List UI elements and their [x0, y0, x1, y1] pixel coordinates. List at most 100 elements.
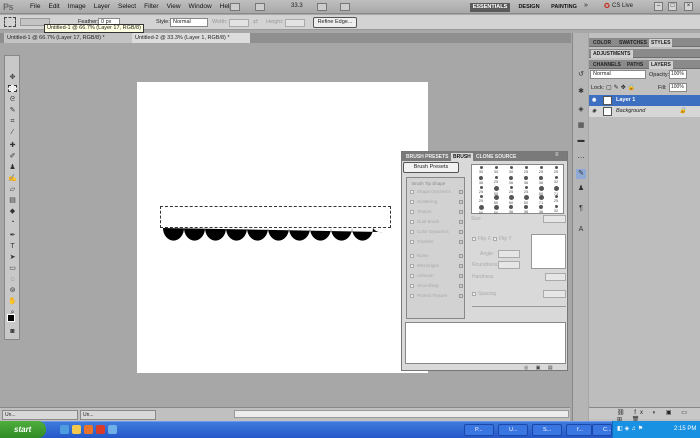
hand-tool-icon[interactable]: ✋ — [8, 298, 17, 305]
tab-brush[interactable]: BRUSH — [451, 153, 473, 161]
brush-setting-checkbox[interactable] — [410, 190, 414, 194]
marquee-tool-icon[interactable] — [4, 17, 16, 27]
tab-clone-source[interactable]: CLONE SOURCE — [474, 153, 518, 161]
style-select[interactable]: Normal — [170, 18, 208, 27]
brush-setting-item[interactable]: Smoothing — [417, 283, 439, 288]
angle-input[interactable] — [498, 250, 520, 258]
lock-icon[interactable] — [459, 220, 463, 224]
ie-icon[interactable] — [60, 425, 69, 434]
brush-setting-checkbox[interactable] — [410, 200, 414, 204]
workspace-essentials[interactable]: ESSENTIALS — [470, 3, 510, 12]
lock-icon[interactable] — [459, 240, 463, 244]
blend-mode-select[interactable]: Normal — [590, 70, 646, 79]
brush-setting-item[interactable]: Scattering — [417, 199, 437, 204]
menu-filter[interactable]: Filter — [140, 3, 162, 10]
brush-setting-item[interactable]: Texture — [417, 209, 432, 214]
brush-panel-icon[interactable]: ✎ — [576, 169, 586, 179]
taskbar-task[interactable]: C... — [592, 424, 612, 436]
brush-setting-item[interactable]: Noise — [417, 253, 429, 258]
lock-icon[interactable] — [459, 294, 463, 298]
tab-styles[interactable]: STYLES — [649, 39, 673, 47]
quick-mask-icon[interactable]: ◙ — [8, 328, 17, 335]
lasso-tool-icon[interactable]: ᘓ — [8, 96, 17, 103]
spacing-slider[interactable] — [472, 306, 566, 307]
menu-view[interactable]: View — [163, 3, 185, 10]
brush-tool-icon[interactable]: ✐ — [8, 153, 17, 160]
minimized-document[interactable]: Un... — [2, 410, 78, 420]
horizontal-scrollbar[interactable] — [234, 410, 569, 418]
type-tool-icon[interactable]: T — [8, 243, 17, 250]
tab-adjustments[interactable]: ADJUSTMENTS — [591, 50, 633, 58]
lock-icon[interactable] — [459, 264, 463, 268]
spacing-input[interactable] — [543, 290, 566, 298]
tab-swatches[interactable]: SWATCHES — [617, 39, 649, 47]
brush-setting-checkbox[interactable] — [410, 274, 414, 278]
roundness-input[interactable] — [498, 261, 520, 269]
move-tool-icon[interactable]: ✥ — [8, 74, 17, 81]
minimize-button[interactable]: – — [654, 2, 663, 11]
3d-icon[interactable]: ◈ — [576, 105, 586, 115]
brush-setting-item[interactable]: Protect Texture — [417, 293, 447, 298]
gradient-tool-icon[interactable]: ▤ — [8, 197, 17, 204]
brush-setting-checkbox[interactable] — [410, 254, 414, 258]
menu-window[interactable]: Window — [185, 3, 216, 10]
menu-image[interactable]: Image — [64, 3, 90, 10]
refine-edge-button[interactable]: Refine Edge... — [313, 17, 357, 28]
tab-channels[interactable]: CHANNELS — [591, 61, 623, 69]
lock-icon[interactable] — [459, 284, 463, 288]
eraser-tool-icon[interactable]: ▱ — [8, 186, 17, 193]
eyedropper-tool-icon[interactable]: ⁄ — [8, 129, 17, 136]
size-input[interactable] — [543, 215, 566, 223]
actions-icon[interactable]: ✱ — [576, 87, 586, 97]
brush-setting-checkbox[interactable] — [410, 264, 414, 268]
brush-tip[interactable]: 50 — [474, 205, 488, 216]
lock-icon[interactable] — [459, 210, 463, 214]
workspace-design[interactable]: DESIGN — [514, 3, 544, 12]
tab-layers[interactable]: LAYERS — [649, 61, 673, 69]
history-brush-tool-icon[interactable]: ✍ — [8, 175, 17, 182]
3d-orbit-tool-icon[interactable]: ⊚ — [8, 287, 17, 294]
character-icon[interactable]: A — [576, 225, 586, 235]
brush-setting-checkbox[interactable] — [410, 294, 414, 298]
info-icon[interactable]: ▦ — [576, 121, 586, 131]
app-icon[interactable] — [96, 425, 105, 434]
arrange-documents-icon[interactable] — [317, 3, 327, 11]
brush-setting-checkbox[interactable] — [410, 240, 414, 244]
brush-tip[interactable]: 36 — [519, 205, 533, 216]
brush-setting-checkbox[interactable] — [410, 284, 414, 288]
brush-setting-item[interactable]: Dual Brush — [417, 219, 439, 224]
3d-rotate-tool-icon[interactable]: ◌ — [8, 276, 17, 283]
app-icon[interactable] — [108, 425, 117, 434]
lock-icon[interactable] — [459, 200, 463, 204]
height-input[interactable] — [285, 19, 305, 27]
path-selection-tool-icon[interactable]: ➤ — [8, 254, 17, 261]
brush-presets-button[interactable]: Brush Presets — [403, 162, 459, 173]
flip-x-checkbox[interactable] — [472, 237, 476, 241]
marquee-selection[interactable] — [160, 206, 391, 228]
brush-setting-checkbox[interactable] — [410, 230, 414, 234]
brush-tip[interactable]: 50 — [489, 205, 503, 216]
layer-row-layer-1[interactable]: ◉ Layer 1 — [589, 95, 700, 106]
shape-tool-icon[interactable]: ▭ — [8, 265, 17, 272]
hardness-input[interactable] — [545, 273, 566, 281]
tab-paths[interactable]: PATHS — [625, 61, 645, 69]
paragraph-icon[interactable]: ¶ — [576, 204, 586, 214]
menu-layer[interactable]: Layer — [90, 3, 114, 10]
mini-bridge-icon[interactable] — [255, 3, 265, 11]
healing-brush-tool-icon[interactable]: ✚ — [8, 142, 17, 149]
crop-tool-icon[interactable]: ⌗ — [8, 118, 17, 125]
layers-footer-icons[interactable]: ⛓ fx ◐ ▣ ▭ ⊞ 🗑 — [589, 407, 700, 423]
maximize-button[interactable]: □ — [668, 2, 677, 11]
bridge-icon[interactable] — [230, 3, 240, 11]
width-input[interactable] — [229, 19, 249, 27]
pen-tool-icon[interactable]: ✒ — [8, 232, 17, 239]
brush-setting-checkbox[interactable] — [410, 220, 414, 224]
cs-live[interactable]: CS Live — [612, 3, 633, 9]
zoom-level[interactable]: 33.3 — [291, 3, 303, 9]
tool-presets-icon[interactable]: ⋯ — [576, 154, 586, 164]
menu-file[interactable]: File — [26, 3, 44, 10]
brush-tip[interactable]: 36 — [504, 205, 518, 216]
history-icon[interactable]: ↺ — [576, 70, 586, 80]
eye-icon[interactable]: ◉ — [592, 109, 598, 114]
brush-setting-item[interactable]: Airbrush — [417, 273, 434, 278]
